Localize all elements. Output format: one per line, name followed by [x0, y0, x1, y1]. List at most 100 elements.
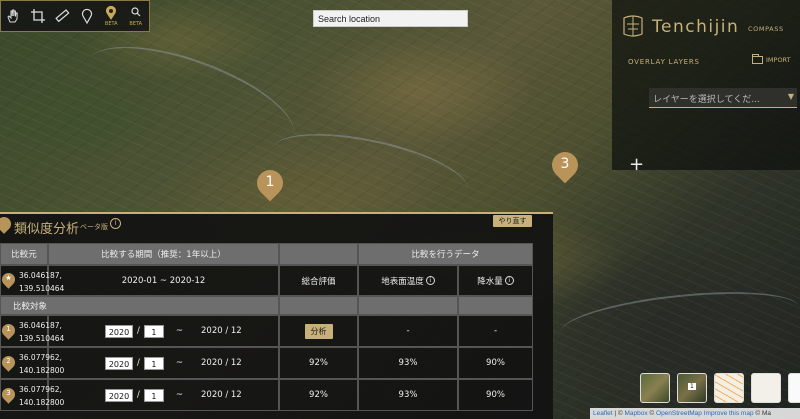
origin-period: 2020-01 ~ 2020-12	[48, 265, 279, 296]
marker-number: 3	[560, 156, 570, 172]
tilde: ~	[175, 358, 183, 368]
river	[265, 119, 475, 221]
thumb-satellite[interactable]	[640, 373, 670, 403]
search-beta-icon	[131, 7, 141, 17]
brand-sub: COMPASS	[748, 25, 784, 33]
search-tool-button[interactable]: BETA	[124, 0, 149, 32]
overall-label: 総合評価	[279, 265, 358, 296]
table-header-row: 比較元 比較する期間（推奨：1年以上） 比較を行うデータ	[0, 243, 533, 265]
pin-outline-icon	[81, 8, 92, 24]
pin-icon	[0, 214, 14, 234]
beta-badge: BETA	[129, 21, 143, 27]
target-lon: 139.510464	[19, 334, 65, 343]
thumb-badge: 1	[688, 383, 696, 390]
map-toolbar: BETA BETA	[0, 0, 150, 32]
hand-tool-button[interactable]	[1, 0, 26, 32]
header-origin: 比較元	[0, 243, 48, 265]
temp-value: 93%	[358, 347, 458, 379]
improve-link[interactable]: Improve this map	[704, 410, 754, 417]
similarity-analysis-panel: 類似度分析 ベータ版 i やり直す 比較元 比較する期間（推奨：1年以上） 比較…	[0, 212, 553, 419]
map-marker[interactable]: 1	[251, 164, 289, 204]
mapbox-link[interactable]: Mapbox	[624, 410, 647, 417]
target-number: 2	[6, 357, 11, 365]
marker-number: 1	[265, 174, 275, 190]
year-input[interactable]: 2020	[105, 388, 133, 402]
target-cell: 1 36.046187, 139.510464	[0, 315, 64, 347]
overall-value: 92%	[279, 379, 358, 411]
ruler-icon	[55, 9, 70, 23]
similarity-tool-button[interactable]: BETA	[99, 0, 124, 32]
target-number: 1	[6, 325, 11, 333]
thumb-satellite-numbered[interactable]: 1	[677, 373, 707, 403]
tilde: ~	[175, 326, 183, 336]
folder-icon	[752, 54, 763, 64]
attr-copyright: ©	[617, 410, 623, 417]
targets-label: 比較対象	[0, 296, 279, 315]
origin-lon: 139.510464	[19, 284, 65, 293]
analyze-button[interactable]: 分析	[304, 323, 333, 339]
search-input[interactable]: Search location	[313, 10, 468, 27]
thumb-streets[interactable]	[714, 373, 744, 403]
import-button[interactable]: IMPORT	[752, 54, 791, 64]
origin-coords: 36.046187, 139.510464	[19, 269, 64, 295]
temp-label-cell: 地表面温度 i	[358, 265, 458, 296]
redo-button[interactable]: やり直す	[493, 215, 532, 227]
year-input[interactable]: 2020	[105, 356, 133, 370]
overall-cell: 分析	[279, 315, 358, 347]
layer-select-value: レイヤーを選択してくだ...	[653, 95, 760, 105]
origin-cell: ★ 36.046187, 139.510464	[0, 265, 64, 296]
thumb-light[interactable]	[751, 373, 781, 403]
table-row: 2 36.077962, 140.182800 2020 / 1 ~ 2020 …	[0, 347, 533, 379]
thumb-blank[interactable]	[788, 373, 800, 403]
header-period: 比較する期間（推奨：1年以上）	[48, 243, 279, 265]
month-input[interactable]: 1	[143, 356, 164, 370]
layer-select[interactable]: レイヤーを選択してくだ... ▼	[649, 88, 797, 108]
attr-sep: |	[614, 410, 617, 417]
targets-blank	[458, 296, 533, 315]
target-lat: 36.077962,	[19, 385, 62, 394]
slash: /	[137, 390, 140, 400]
import-label: IMPORT	[766, 56, 791, 64]
leaflet-link[interactable]: Leaflet	[593, 410, 613, 417]
star-icon: ★	[5, 274, 12, 282]
tenchijin-logo-icon	[623, 15, 643, 37]
hand-icon	[7, 9, 18, 23]
table-row: 1 36.046187, 139.510464 2020 / 1 ~ 2020 …	[0, 315, 533, 347]
target-coords: 36.046187, 139.510464	[19, 319, 64, 345]
river	[558, 282, 800, 358]
end-date: 2020 / 12	[201, 326, 242, 336]
crop-tool-button[interactable]	[26, 0, 51, 32]
ruler-tool-button[interactable]	[50, 0, 75, 32]
beta-tag: ベータ版	[80, 223, 108, 231]
target-lon: 140.182800	[19, 398, 65, 407]
month-input[interactable]: 1	[143, 324, 164, 338]
pin-tool-button[interactable]	[75, 0, 100, 32]
temp-value: 93%	[358, 379, 458, 411]
target-number: 3	[6, 389, 11, 397]
chevron-down-icon: ▼	[787, 92, 794, 101]
targets-blank	[358, 296, 458, 315]
month-input[interactable]: 1	[143, 388, 164, 402]
overlay-layers-label: OVERLAY LAYERS	[628, 58, 700, 66]
osm-link[interactable]: OpenStreetMap	[656, 410, 702, 417]
analysis-title: 類似度分析	[14, 222, 80, 237]
tilde: ~	[175, 390, 183, 400]
target-coords: 36.077962, 140.182800	[19, 383, 64, 409]
slash: /	[137, 326, 140, 336]
target-cell: 3 36.077962, 140.182800	[0, 379, 64, 411]
info-icon[interactable]: i	[110, 218, 121, 229]
temp-value: -	[358, 315, 458, 347]
origin-lat: 36.046187,	[19, 271, 62, 280]
rain-value: -	[458, 315, 533, 347]
year-input[interactable]: 2020	[105, 324, 133, 338]
attr-tail: © Ma	[755, 410, 772, 417]
map-marker[interactable]: 3	[546, 146, 584, 186]
target-coords: 36.077962, 140.182800	[19, 351, 64, 377]
target-period: 2020 / 1 ~ 2020 / 12	[48, 315, 279, 347]
info-icon[interactable]: i	[425, 276, 435, 285]
zoom-in-button[interactable]: +	[629, 156, 644, 174]
rain-label-cell: 降水量 i	[458, 265, 533, 296]
end-date: 2020 / 12	[201, 358, 242, 368]
river	[72, 24, 308, 176]
info-icon[interactable]: i	[504, 276, 514, 285]
